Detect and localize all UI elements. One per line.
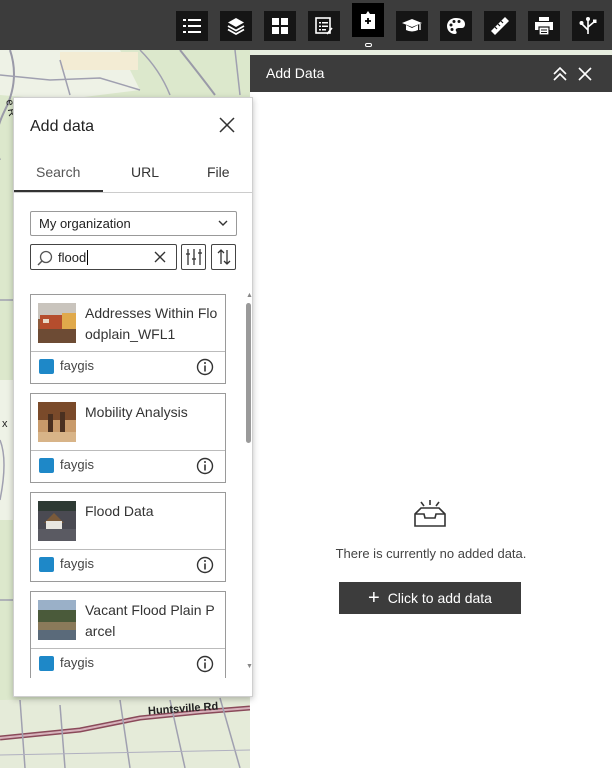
portal-user-icon bbox=[39, 656, 54, 671]
clear-search-icon[interactable] bbox=[153, 250, 167, 264]
layers-icon[interactable] bbox=[220, 11, 252, 41]
info-icon[interactable] bbox=[196, 358, 214, 376]
scroll-down-arrow-icon[interactable]: ▼ bbox=[246, 663, 252, 670]
panel-title: Add Data bbox=[266, 65, 325, 81]
search-input-value: flood bbox=[58, 250, 89, 265]
info-icon[interactable] bbox=[196, 655, 214, 673]
map-side-label: x bbox=[2, 418, 8, 430]
measure-ruler-icon[interactable] bbox=[484, 11, 516, 41]
card-divider bbox=[31, 351, 225, 352]
empty-state-text: There is currently no added data. bbox=[335, 546, 527, 561]
print-icon[interactable] bbox=[528, 11, 560, 41]
close-panel-icon[interactable] bbox=[575, 64, 595, 84]
portal-user-icon bbox=[39, 557, 54, 572]
add-data-popup: Add data Search URL File My organization… bbox=[13, 97, 253, 697]
basemap-gallery-icon[interactable] bbox=[264, 11, 296, 41]
sort-icon bbox=[217, 249, 230, 265]
result-owner: faygis bbox=[60, 655, 94, 670]
add-data-panel: Add Data There is currently no added dat… bbox=[250, 55, 612, 768]
tab-file[interactable]: File bbox=[207, 164, 230, 180]
active-tab-underline bbox=[14, 190, 103, 192]
search-icon bbox=[37, 250, 53, 266]
card-divider bbox=[31, 549, 225, 550]
add-data-icon[interactable] bbox=[352, 3, 384, 37]
scope-select-value: My organization bbox=[39, 216, 131, 231]
card-divider bbox=[31, 450, 225, 451]
share-icon[interactable] bbox=[572, 11, 604, 41]
floodplain-photo-thumbnail bbox=[38, 303, 76, 343]
tab-search[interactable]: Search bbox=[36, 164, 80, 180]
collapse-panel-icon[interactable] bbox=[550, 64, 570, 84]
result-title[interactable]: Mobility Analysis bbox=[85, 402, 221, 423]
search-results-list[interactable]: Addresses Within Floodplain_WFL1 faygis … bbox=[14, 290, 252, 678]
scroll-up-arrow-icon[interactable]: ▲ bbox=[246, 292, 252, 299]
filter-button[interactable] bbox=[181, 244, 206, 270]
add-data-button-label: Click to add data bbox=[387, 590, 492, 606]
scope-select[interactable]: My organization bbox=[30, 211, 237, 236]
theme-palette-icon[interactable] bbox=[440, 11, 472, 41]
popup-title: Add data bbox=[30, 118, 95, 135]
info-icon[interactable] bbox=[196, 556, 214, 574]
result-card[interactable]: Mobility Analysis faygis bbox=[30, 393, 226, 483]
empty-inbox-icon bbox=[412, 498, 448, 533]
result-owner: faygis bbox=[60, 358, 94, 373]
filter-sliders-icon bbox=[185, 249, 202, 265]
active-indicator bbox=[365, 43, 372, 47]
tab-url[interactable]: URL bbox=[131, 164, 159, 180]
portal-user-icon bbox=[39, 458, 54, 473]
card-divider bbox=[31, 648, 225, 649]
info-icon[interactable] bbox=[196, 457, 214, 475]
legend-icon[interactable] bbox=[308, 11, 340, 41]
result-card[interactable]: Addresses Within Floodplain_WFL1 faygis bbox=[30, 294, 226, 384]
panel-header: Add Data bbox=[250, 55, 612, 92]
mobility-photo-thumbnail bbox=[38, 402, 76, 442]
widget-toolbar bbox=[0, 0, 612, 50]
river-photo-thumbnail bbox=[38, 600, 76, 640]
result-card[interactable]: Vacant Flood Plain Parcel faygis bbox=[30, 591, 226, 678]
click-to-add-data-button[interactable]: + Click to add data bbox=[339, 582, 521, 614]
source-tabs: Search URL File bbox=[14, 156, 252, 193]
portal-user-icon bbox=[39, 359, 54, 374]
close-popup-icon[interactable] bbox=[219, 117, 239, 137]
chevron-down-icon bbox=[218, 220, 228, 226]
flood-house-photo-thumbnail bbox=[38, 501, 76, 541]
result-title[interactable]: Vacant Flood Plain Parcel bbox=[85, 600, 221, 642]
results-scrollbar-thumb[interactable] bbox=[246, 303, 251, 443]
search-input[interactable]: flood bbox=[30, 244, 177, 270]
result-title[interactable]: Addresses Within Floodplain_WFL1 bbox=[85, 303, 221, 345]
result-owner: faygis bbox=[60, 556, 94, 571]
result-title[interactable]: Flood Data bbox=[85, 501, 221, 522]
result-owner: faygis bbox=[60, 457, 94, 472]
result-card[interactable]: Flood Data faygis bbox=[30, 492, 226, 582]
layer-list-icon[interactable] bbox=[176, 11, 208, 41]
plus-icon: + bbox=[368, 587, 380, 609]
sort-button[interactable] bbox=[211, 244, 236, 270]
education-icon[interactable] bbox=[396, 11, 428, 41]
